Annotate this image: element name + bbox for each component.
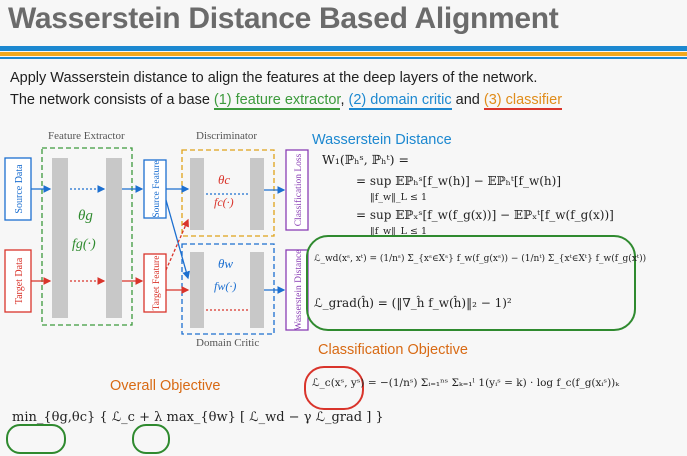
lgrad-equation: ℒ_grad(ĥ) = (‖∇_ĥ f_w(ĥ)‖₂ − 1)² — [314, 296, 512, 310]
disc-layer-2 — [250, 158, 264, 230]
wasserstein-eq-3: = sup 𝔼ℙₓˢ[f_w(f_g(x))] − 𝔼ℙₓᵗ[f_w(f_g(x… — [356, 208, 614, 222]
fe-layer-1 — [52, 158, 68, 318]
lwd-equation: ℒ_wd(xˢ, xᵗ) = (1/nˢ) Σ_{xˢ∈Xˢ} f_w(f_g(… — [314, 254, 647, 264]
intro-line-1: Apply Wasserstein distance to align the … — [10, 70, 538, 86]
theta-w: θw — [218, 256, 233, 271]
overall-equation: min_{θg,θc} { ℒ_c + λ max_{θw} [ ℒ_wd − … — [12, 410, 384, 425]
stripe-blue-2 — [0, 57, 687, 59]
source-data-text: Source Data — [14, 164, 25, 214]
theta-c: θc — [218, 172, 230, 187]
classification-loss-text: Classification Loss — [293, 153, 304, 226]
sep-2: and — [451, 92, 484, 108]
feature-extractor-label: Feature Extractor — [48, 130, 125, 142]
wasserstein-eq-2-sub: ‖f_w‖_L ≤ 1 — [370, 192, 427, 203]
part-domain-critic: (2) domain critic — [348, 92, 452, 110]
loss-highlight-box — [306, 235, 636, 331]
overall-min-circle — [6, 424, 66, 454]
target-feature-text: Target Feature — [152, 256, 162, 311]
intro-line-2: The network consists of a base (1) featu… — [10, 92, 563, 110]
overall-max-circle — [132, 424, 170, 454]
overall-heading: Overall Objective — [110, 378, 221, 394]
critic-layer-1 — [190, 252, 204, 328]
critic-layer-2 — [250, 252, 264, 328]
network-diagram: Feature Extractor Discriminator Domain C… — [4, 130, 309, 349]
classification-heading: Classification Objective — [318, 342, 468, 358]
f-c: fc(·) — [214, 195, 234, 209]
stripe-orange — [0, 52, 687, 56]
wasserstein-heading: Wasserstein Distance — [312, 132, 452, 148]
wasserstein-eq-1: W₁(ℙₕˢ, ℙₕᵗ) = — [322, 152, 409, 167]
fe-layer-2 — [106, 158, 122, 318]
target-data-text: Target Data — [14, 257, 25, 304]
classification-equation: ℒ_c(xˢ, yˢ) = −(1/nˢ) Σᵢ₌₁ⁿˢ Σₖ₌₁ˡ 1(yᵢˢ… — [312, 377, 620, 389]
part-feature-extractor: (1) feature extractor — [213, 92, 341, 110]
intro-prefix: The network consists of a base — [10, 92, 214, 108]
stripe-blue — [0, 46, 687, 51]
f-w: fw(·) — [214, 279, 236, 293]
source-feature-text: Source Feature — [152, 160, 162, 217]
disc-layer-1 — [190, 158, 204, 230]
sep-1: , — [340, 92, 349, 108]
discriminator-label: Discriminator — [196, 130, 257, 142]
wasserstein-distance-text: Wasserstein Distance — [294, 250, 304, 331]
slide-title: Wasserstein Distance Based Alignment — [8, 2, 559, 35]
wasserstein-eq-2: = sup 𝔼ℙₕˢ[f_w(h)] − 𝔼ℙₕᵗ[f_w(h)] — [356, 174, 561, 188]
theta-g: θg — [78, 208, 93, 224]
part-classifier: (3) classifier — [483, 92, 563, 110]
domain-critic-label: Domain Critic — [196, 337, 259, 349]
f-g: fg(·) — [72, 237, 96, 252]
